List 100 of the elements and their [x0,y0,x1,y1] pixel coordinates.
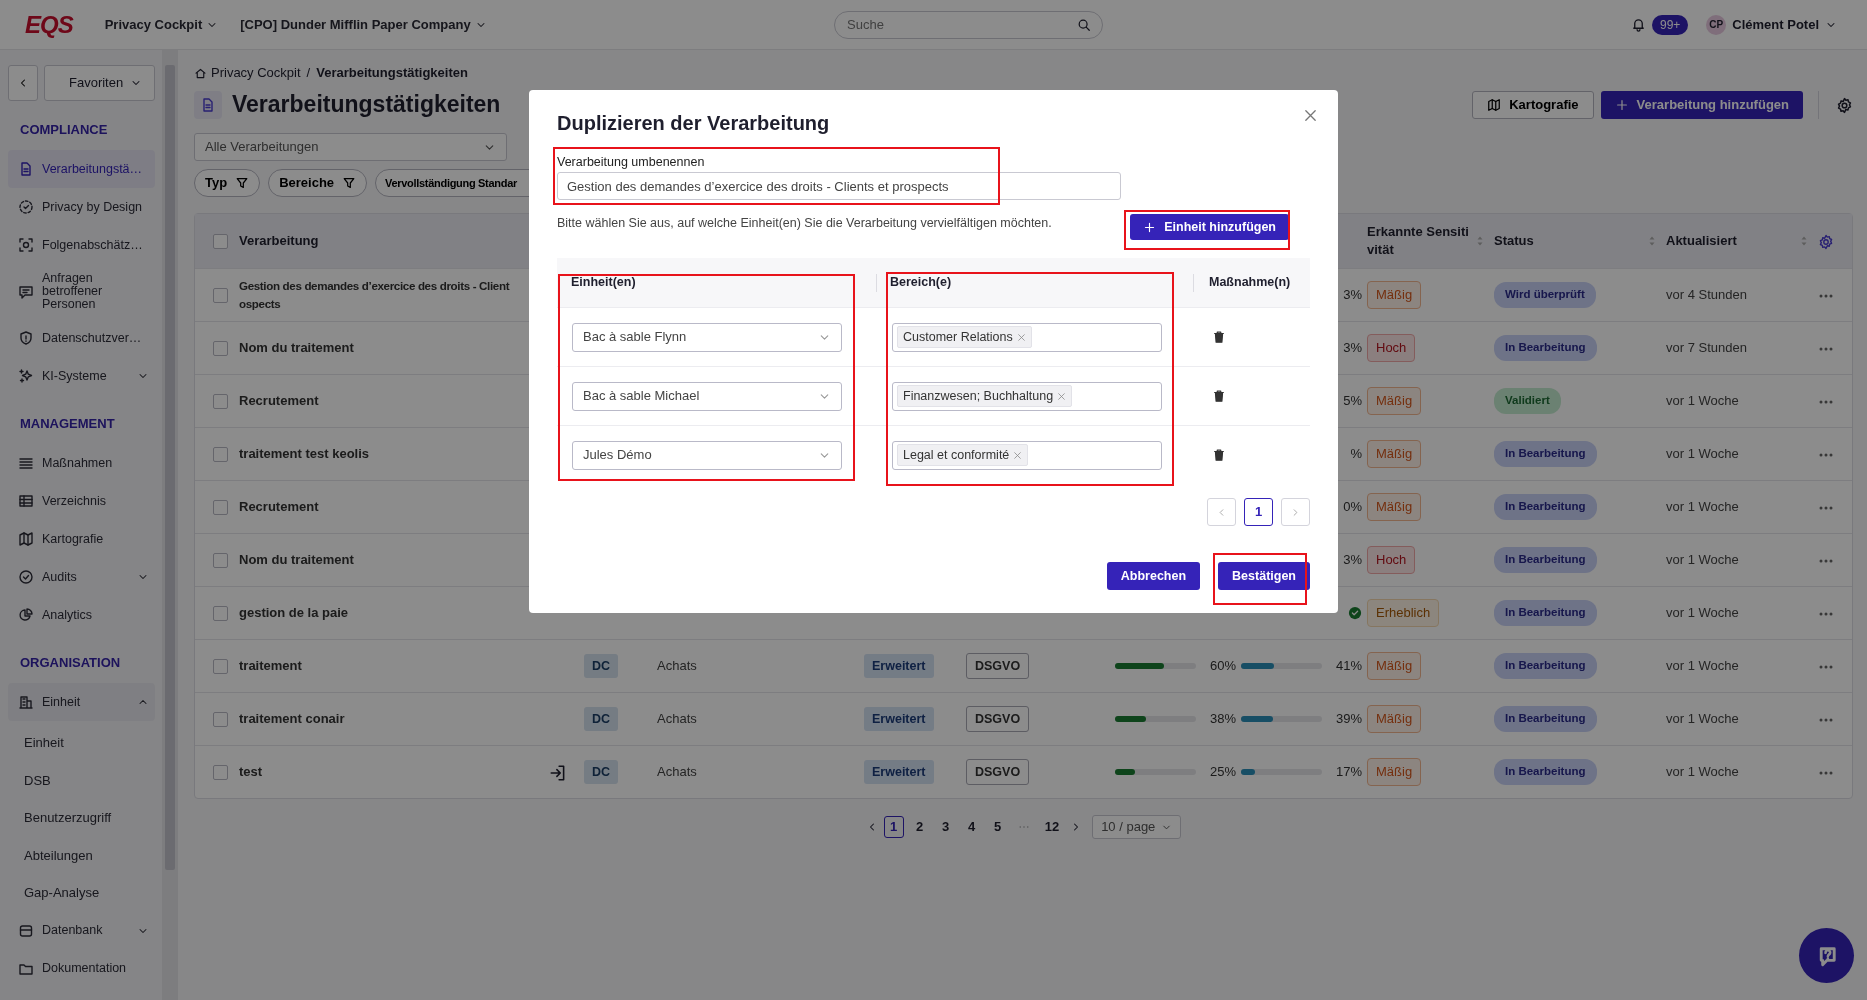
page-link[interactable]: 12 [1039,816,1065,838]
page-link[interactable]: 1 [883,816,904,838]
sidebar-item[interactable]: Privacy by Design [8,188,155,226]
sidebar-subitem[interactable]: Benutzerzugriff [8,799,155,837]
status-badge: In Bearbeitung [1494,441,1597,467]
row-title[interactable]: test [239,764,263,780]
column-header: Aktualisiert [1666,232,1737,250]
check-circle-icon [18,569,34,585]
breadcrumb-link[interactable]: Privacy Cockpit [194,63,301,83]
page-link[interactable]: 5 [987,816,1008,838]
add-button[interactable]: Verarbeitung hinzufügen [1600,91,1803,119]
status-badge: In Bearbeitung [1494,494,1597,520]
user-avatar[interactable]: CP [1706,14,1727,35]
page-button[interactable]: 1 [1244,498,1273,526]
cancel-button[interactable]: Abbrechen [1106,562,1201,590]
trash-icon[interactable] [1212,330,1226,344]
sidebar-item[interactable]: Dokumentation [8,949,155,988]
checkbox[interactable] [213,552,228,568]
row-title[interactable]: Recrutement [239,393,319,409]
page-link[interactable]: 3 [935,816,956,838]
remove-icon[interactable] [1057,391,1067,401]
sidebar-subitem[interactable]: Abteilungen [8,836,155,874]
help-button[interactable] [1799,928,1854,983]
sidebar-item[interactable]: Datenschutzver… [8,319,155,357]
sort-icon[interactable] [1476,234,1484,248]
add-unit-button[interactable]: Einheit hinzufügen [1130,214,1289,240]
checkbox[interactable] [213,233,228,249]
area-select[interactable]: Legal et conformité [892,440,1162,470]
filter-chip[interactable]: Bereiche [268,169,368,197]
sidebar-item[interactable]: Audits [8,558,155,596]
checkbox[interactable] [213,658,228,674]
row-title[interactable]: traitement conair [239,711,345,727]
sidebar-item[interactable]: Anfragen betroffener Personen [8,264,155,319]
unit-select[interactable]: Bac à sable Michael [572,381,842,411]
checkbox[interactable] [213,287,228,303]
row-title[interactable]: Nom du traitement [239,340,354,356]
sensitivity-tag: Mäßig [1367,758,1422,786]
user-name[interactable]: Clément Potel [1732,14,1819,35]
sidebar-item[interactable]: Analytics [8,596,155,634]
sort-icon[interactable] [1800,234,1808,248]
filter-chip[interactable]: Typ [194,169,261,197]
trash-icon[interactable] [1212,448,1226,462]
sidebar-subitem[interactable]: Gap-Analyse [8,874,155,912]
favorites-dropdown[interactable]: Favoriten [44,65,155,101]
filter-icon [235,176,250,190]
checkbox[interactable] [213,393,228,409]
remove-icon[interactable] [1016,332,1026,342]
area-tag[interactable]: Finanzwesen; Buchhaltung [897,384,1073,408]
map-button[interactable]: Kartografie [1472,91,1594,119]
sidebar-item[interactable]: Kartografie [8,520,155,558]
area-select[interactable]: Customer Relations [892,322,1162,352]
home-icon [194,66,207,80]
sort-icon[interactable] [1648,234,1656,248]
row-title[interactable]: traitement test keolis [239,446,370,462]
unit-select[interactable]: Bac à sable Flynn [572,322,842,352]
sidebar-item[interactable]: Verarbeitungstä… [8,150,155,188]
checkbox[interactable] [213,764,228,780]
page-size-dropdown[interactable]: 10 / page [1092,815,1182,839]
sidebar-item[interactable]: Datenbank [8,911,155,950]
area-select[interactable]: Finanzwesen; Buchhaltung [892,381,1162,411]
checkbox[interactable] [213,711,228,727]
page-icon [194,91,222,119]
sidebar-subitem[interactable]: Einheit [8,724,155,762]
sidebar-item[interactable]: Folgenabschätz… [8,226,155,264]
sidebar-item[interactable]: Einheit [8,683,155,721]
area-tag[interactable]: Customer Relations [897,325,1032,349]
trash-icon[interactable] [1212,389,1226,403]
scrollbar[interactable] [162,50,178,1000]
app-menu[interactable]: Privacy Cockpit [104,14,219,35]
sidebar-item[interactable]: Verzeichnis [8,482,155,520]
updated-text: vor 1 Woche [1666,711,1739,727]
level-tag: Erweitert [864,759,934,785]
sidebar-item[interactable]: KI-Systeme [8,357,155,395]
name-input[interactable]: Gestion des demandes d’exercice des droits - Clients et prospects [557,172,1121,200]
sidebar-item[interactable]: Maßnahmen [8,444,155,482]
settings-icon[interactable] [1836,96,1853,114]
logo[interactable]: EQS [25,6,73,43]
row-title[interactable]: Nom du traitement [239,552,354,568]
checkbox[interactable] [213,605,228,621]
column-settings-icon[interactable] [1818,233,1834,250]
area-tag[interactable]: Legal et conformité [897,443,1029,467]
bell-icon[interactable] [1630,17,1646,32]
organization-menu[interactable]: [CPO] Dunder Mifflin Paper Company [240,14,487,35]
checkbox[interactable] [213,499,228,515]
row-title[interactable]: Recrutement [239,499,319,515]
filter-dropdown[interactable]: Alle Verarbeitungen [194,133,507,161]
sign-in-icon[interactable] [549,763,567,782]
confirm-button[interactable]: Bestätigen [1218,562,1310,590]
row-title[interactable]: traitement [239,658,302,674]
percentage: 3% [1342,286,1362,305]
page-link[interactable]: 2 [909,816,930,838]
search-icon[interactable] [1077,17,1091,32]
row-title[interactable]: gestion de la paie [239,605,349,621]
checkbox[interactable] [213,446,228,462]
search-field[interactable]: Suche [834,10,1103,39]
remove-icon[interactable] [1013,450,1023,460]
page-link[interactable]: 4 [961,816,982,838]
sidebar-subitem[interactable]: DSB [8,761,155,799]
unit-select[interactable]: Jules Démo [572,440,842,470]
checkbox[interactable] [213,340,228,356]
